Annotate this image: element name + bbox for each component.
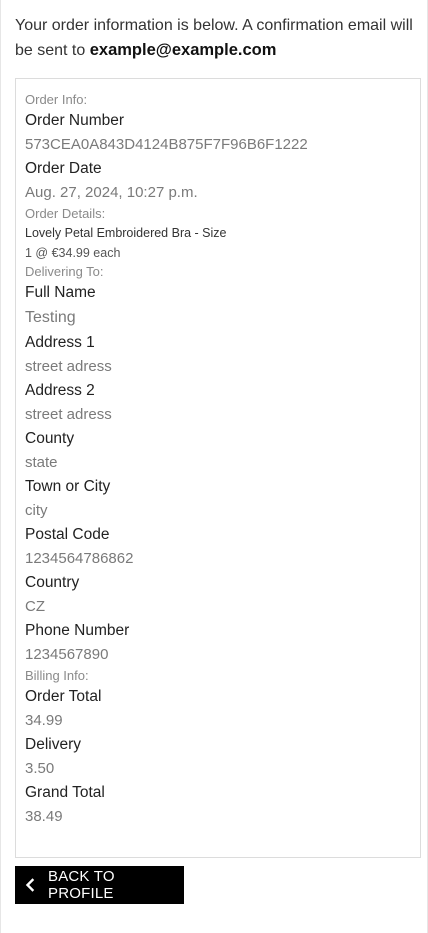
county-label: County [25,430,75,447]
order-total-value: 34.99 [25,712,63,729]
delivering-to-heading: Delivering To: [25,264,104,279]
full-name-label: Full Name [25,284,96,301]
back-to-profile-button[interactable]: BACK TO PROFILE [15,866,184,904]
order-number-value: 573CEA0A843D4124B875F7F96B6F1222 [25,136,308,153]
phone-number-value: 1234567890 [25,646,109,663]
order-item-name: Lovely Petal Embroidered Bra - Size [25,226,227,240]
country-label: Country [25,574,80,591]
county-value: state [25,454,58,471]
order-summary-card: Order Info: Order Number 573CEA0A843D412… [15,78,421,858]
postal-code-value: 1234564786862 [25,550,134,567]
town-label: Town or City [25,478,111,495]
order-total-label: Order Total [25,688,102,705]
postal-code-label: Postal Code [25,526,110,543]
order-item: Lovely Petal Embroidered Bra - Size 1 @ … [25,223,411,263]
phone-number-label: Phone Number [25,622,130,639]
confirmation-message: Your order information is below. A confi… [15,14,415,63]
town-value: city [25,502,48,519]
address2-label: Address 2 [25,382,95,399]
confirmation-email: example@example.com [89,41,277,59]
delivery-label: Delivery [25,736,81,753]
order-date-label: Order Date [25,160,102,177]
grand-total-label: Grand Total [25,784,105,801]
order-info-heading: Order Info: [25,92,88,107]
country-value: CZ [25,598,45,615]
address1-value: street adress [25,358,112,375]
address2-value: street adress [25,406,112,423]
grand-total-value: 38.49 [25,808,63,825]
delivery-value: 3.50 [25,760,55,777]
order-number-label: Order Number [25,112,125,129]
full-name-value: Testing [25,309,76,326]
order-details-heading: Order Details: [25,206,106,221]
back-to-profile-label: BACK TO PROFILE [47,868,115,902]
checkout-success-page: Your order information is below. A confi… [0,0,428,933]
order-item-quantity-price: 1 @ €34.99 each [25,246,121,260]
chevron-left-icon [23,878,38,892]
order-date-value: Aug. 27, 2024, 10:27 p.m. [25,184,198,201]
address1-label: Address 1 [25,334,95,351]
billing-info-heading: Billing Info: [25,668,89,683]
